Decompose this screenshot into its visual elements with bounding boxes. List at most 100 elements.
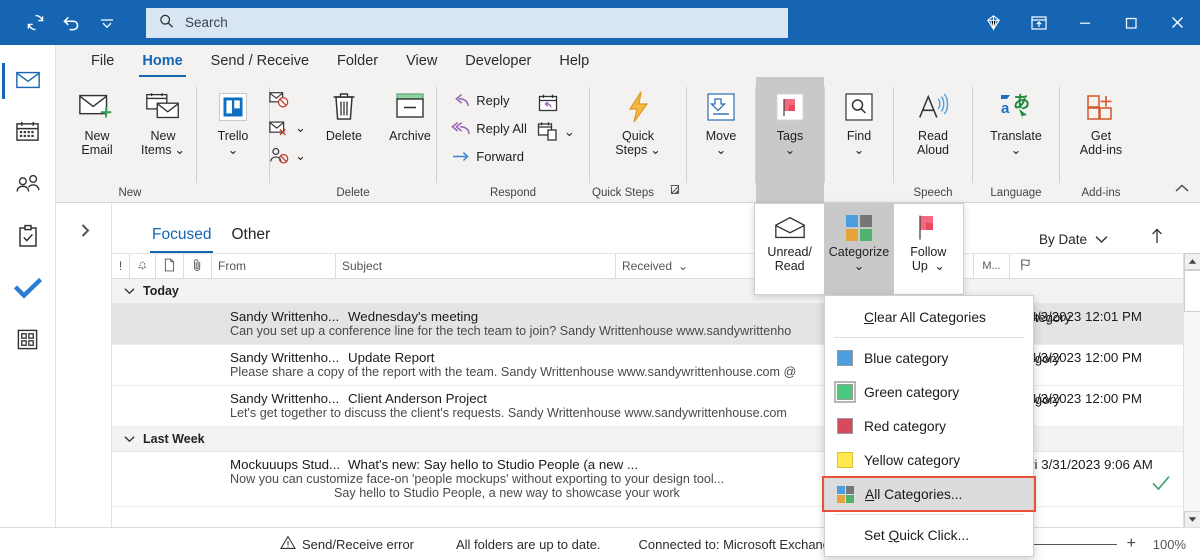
rail-item-mail[interactable] xyxy=(0,55,56,107)
tags-button[interactable]: Tags ⌄ xyxy=(757,83,823,157)
translate-button[interactable]: aあ Translate ⌄ xyxy=(976,83,1056,157)
follow-up-button[interactable]: Follow Up ⌄ xyxy=(894,204,963,294)
connection-status: Connected to: Microsoft Exchange xyxy=(638,536,838,552)
customize-qat-icon[interactable] xyxy=(90,7,124,39)
zoom-level-label: 100% xyxy=(1152,536,1186,552)
table-row[interactable]: Sandy Writtenho... Update Report Mon 4/3… xyxy=(112,345,1200,386)
new-email-icon xyxy=(77,87,117,127)
menu-item-yellow-category[interactable]: Yellow category xyxy=(825,443,1033,477)
maximize-icon[interactable] xyxy=(1108,0,1154,45)
rail-item-calendar[interactable] xyxy=(0,107,56,159)
message-list-header: Focused Other By Date xyxy=(112,203,1200,254)
tab-focused[interactable]: Focused xyxy=(142,225,221,253)
chevron-down-icon xyxy=(124,284,135,298)
translate-label: Translate xyxy=(990,129,1042,143)
column-reminder[interactable] xyxy=(130,254,156,278)
expand-folder-pane-icon[interactable] xyxy=(80,223,91,241)
tab-view[interactable]: View xyxy=(393,48,450,77)
more-respond-button[interactable]: ⌄ xyxy=(532,119,580,145)
sort-direction-icon[interactable] xyxy=(1150,227,1164,248)
undo-icon[interactable] xyxy=(54,7,88,39)
column-importance[interactable]: ! xyxy=(112,254,130,278)
column-attachment[interactable] xyxy=(184,254,212,278)
table-row[interactable]: Sandy Writtenho... Client Anderson Proje… xyxy=(112,386,1200,427)
table-row[interactable]: Sandy Writtenho... Wednesday's meeting M… xyxy=(112,304,1200,345)
collapse-ribbon-icon[interactable] xyxy=(1174,182,1190,197)
svg-text:あ: あ xyxy=(1013,93,1030,112)
mail-icon xyxy=(15,69,41,94)
scroll-up-icon[interactable] xyxy=(1184,253,1200,270)
ribbon-group-trello: Trello ⌄ xyxy=(197,77,269,203)
new-items-button[interactable]: New Items ⌄ xyxy=(130,83,196,157)
table-row[interactable]: Mockuuups Stud... What's new: Say hello … xyxy=(112,452,1200,507)
tab-developer[interactable]: Developer xyxy=(452,48,544,77)
find-button[interactable]: Find ⌄ xyxy=(826,83,892,157)
column-flag[interactable] xyxy=(1010,254,1040,278)
tab-send-receive[interactable]: Send / Receive xyxy=(198,48,322,77)
column-item-icon[interactable] xyxy=(156,254,184,278)
menu-item-red-category[interactable]: Red category xyxy=(825,409,1033,443)
reply-all-button[interactable]: Reply All xyxy=(446,115,532,141)
menu-item-all-categories[interactable]: All Categories... xyxy=(825,477,1033,511)
tab-home[interactable]: Home xyxy=(129,48,195,77)
reply-button[interactable]: Reply xyxy=(446,87,532,113)
menu-item-clear-all-categories[interactable]: Clear All Categories xyxy=(825,300,1033,334)
tab-help[interactable]: Help xyxy=(546,48,602,77)
move-button[interactable]: Move ⌄ xyxy=(688,83,754,157)
quick-steps-button[interactable]: Quick Steps ⌄ xyxy=(596,83,680,157)
group-label: Last Week xyxy=(143,432,205,446)
new-email-button[interactable]: New Email xyxy=(64,83,130,157)
message-list-scrollbar[interactable] xyxy=(1183,253,1200,528)
scrollbar-thumb[interactable] xyxy=(1184,270,1200,312)
tab-file[interactable]: File xyxy=(78,48,127,77)
diamond-icon[interactable] xyxy=(970,0,1016,45)
rail-item-more-apps[interactable] xyxy=(0,315,56,367)
menu-item-blue-category[interactable]: Blue category xyxy=(825,341,1033,375)
archive-button[interactable]: Archive xyxy=(377,83,443,143)
junk-button[interactable]: ⌄ xyxy=(263,115,311,141)
zoom-in-button[interactable]: + xyxy=(1127,535,1136,553)
forward-button[interactable]: Forward xyxy=(446,143,532,169)
ribbon-display-options-icon[interactable] xyxy=(1016,0,1062,45)
quick-steps-dialog-launcher-icon[interactable] xyxy=(669,184,682,200)
sync-icon[interactable] xyxy=(18,7,52,39)
get-addins-button[interactable]: Get Add-ins xyxy=(1062,83,1140,157)
minimize-icon[interactable] xyxy=(1062,0,1108,45)
meeting-button[interactable] xyxy=(532,91,580,117)
column-mention[interactable]: M... xyxy=(974,254,1010,278)
rail-item-todo[interactable] xyxy=(0,263,56,315)
group-label-language: Language xyxy=(990,187,1042,199)
navigation-rail xyxy=(0,45,56,560)
move-label: Move xyxy=(705,129,737,143)
unread-read-button[interactable]: Unread/ Read xyxy=(755,204,824,294)
rail-item-people[interactable] xyxy=(0,159,56,211)
tab-other[interactable]: Other xyxy=(221,225,280,253)
delete-button[interactable]: Delete xyxy=(311,83,377,143)
send-receive-error-status[interactable]: Send/Receive error xyxy=(280,535,414,553)
group-header-today[interactable]: Today xyxy=(112,279,1200,304)
column-from[interactable]: From xyxy=(212,254,336,278)
menu-item-label: Red category xyxy=(864,418,947,434)
ribbon-group-find: Find ⌄ xyxy=(825,77,893,203)
follow-up-label-2: Up ⌄ xyxy=(911,259,945,273)
message-from: Mockuuups Stud... xyxy=(230,457,341,472)
group-header-last-week[interactable]: Last Week xyxy=(112,427,1200,452)
scroll-down-icon[interactable] xyxy=(1184,511,1200,528)
trello-button[interactable]: Trello ⌄ xyxy=(200,83,266,157)
close-icon[interactable] xyxy=(1154,0,1200,45)
chevron-down-icon xyxy=(124,432,135,446)
ignore-button[interactable] xyxy=(263,87,311,113)
categorize-button[interactable]: Categorize ⌄ xyxy=(824,204,894,294)
red-swatch-icon xyxy=(837,418,853,434)
block-sender-button[interactable]: ⌄ xyxy=(263,143,311,169)
column-subject[interactable]: Subject xyxy=(336,254,616,278)
tab-folder[interactable]: Folder xyxy=(324,48,391,77)
tags-flyout: Unread/ Read Categorize ⌄ Follow Up ⌄ xyxy=(754,203,964,295)
read-aloud-button[interactable]: Read Aloud xyxy=(900,83,966,157)
sort-by-button[interactable]: By Date xyxy=(1039,232,1108,247)
menu-item-set-quick-click[interactable]: Set Quick Click... xyxy=(825,518,1033,552)
archive-icon xyxy=(393,87,427,127)
rail-item-tasks[interactable] xyxy=(0,211,56,263)
search-input[interactable]: Search xyxy=(146,7,788,38)
menu-item-green-category[interactable]: Green category xyxy=(825,375,1033,409)
